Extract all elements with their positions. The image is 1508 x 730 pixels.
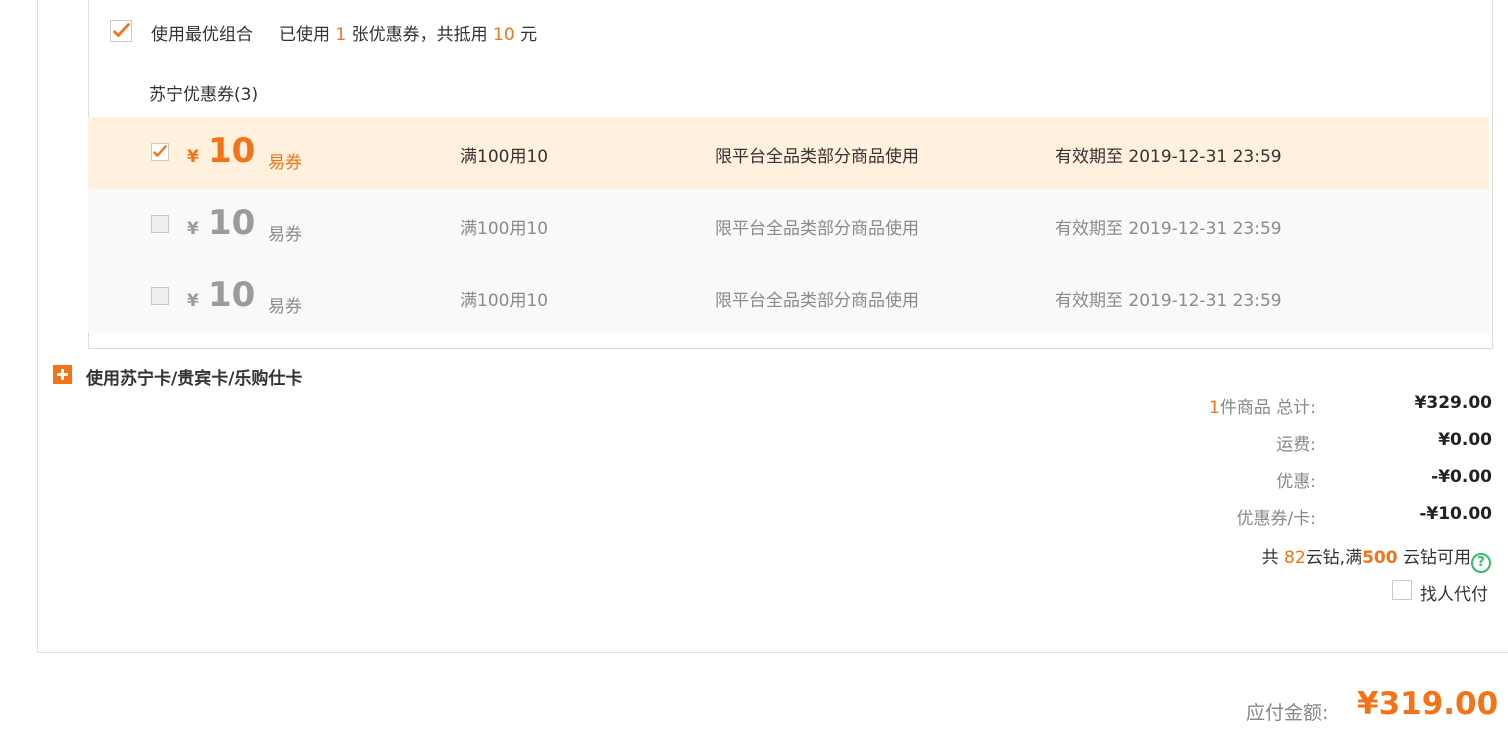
plus-icon[interactable] [53, 365, 72, 384]
coupon-card-label: 优惠券/卡: [1236, 509, 1316, 529]
coupon-checkbox [151, 287, 169, 305]
points-suffix: 云钻可用 [1403, 548, 1471, 568]
coupon-currency: ¥ [187, 291, 199, 311]
coupon-validity: 有效期至 2019-12-31 23:59 [1055, 291, 1282, 311]
coupon-amount: 10 [208, 203, 256, 243]
coupon-section-title: 苏宁优惠券(3) [149, 85, 259, 105]
coupon-checkbox [151, 215, 169, 233]
coupon-validity: 有效期至 2019-12-31 23:59 [1055, 147, 1282, 167]
check-icon [112, 22, 131, 38]
coupon-condition: 满100用10 [460, 219, 549, 239]
coupon-scope: 限平台全品类部分商品使用 [715, 147, 919, 167]
items-count: 1 [1209, 398, 1220, 418]
coupon-condition: 满100用10 [460, 291, 549, 311]
used-mid: 张优惠券，共抵用 [351, 25, 488, 45]
coupon-checkbox[interactable] [151, 143, 169, 161]
points-mid: 云钻,满 [1305, 548, 1363, 568]
check-icon [152, 145, 168, 158]
coupon-currency: ¥ [187, 147, 199, 167]
discount-value: -¥0.00 [1431, 467, 1492, 487]
payable-amount: ¥319.00 [1357, 686, 1499, 722]
proxy-pay-label[interactable]: 找人代付 [1420, 580, 1488, 605]
items-total-value: ¥329.00 [1414, 393, 1492, 413]
coupon-type: 易券 [268, 153, 302, 173]
coupon-condition: 满100用10 [460, 147, 549, 167]
coupon-row: ¥ 10 易券 满100用10 限平台全品类部分商品使用 有效期至 2019-1… [88, 189, 1489, 261]
coupon-amount: 10 [208, 131, 256, 171]
items-label: 件商品 总计: [1219, 398, 1316, 418]
shipping-label: 运费: [1276, 435, 1316, 455]
used-count: 1 [335, 25, 347, 45]
points-prefix: 共 [1261, 548, 1279, 568]
currency-unit: 元 [520, 25, 538, 45]
coupon-type: 易券 [268, 225, 302, 245]
discount-label: 优惠: [1276, 472, 1316, 492]
points-info: 共 82云钻,满500 云钻可用? [1262, 543, 1491, 573]
points-count: 82 [1284, 548, 1306, 568]
proxy-pay-checkbox[interactable] [1392, 580, 1412, 600]
items-total-label: 1件商品 总计: [1209, 393, 1316, 418]
help-icon[interactable]: ? [1471, 553, 1491, 573]
coupon-validity: 有效期至 2019-12-31 23:59 [1055, 219, 1282, 239]
payable-label: 应付金额: [1246, 702, 1329, 724]
coupon-scope: 限平台全品类部分商品使用 [715, 219, 919, 239]
deduct-amount: 10 [493, 25, 515, 45]
used-prefix: 已使用 [279, 25, 330, 45]
shipping-value: ¥0.00 [1438, 430, 1492, 450]
coupon-scope: 限平台全品类部分商品使用 [715, 291, 919, 311]
coupon-card-value: -¥10.00 [1419, 504, 1492, 524]
use-cards-label[interactable]: 使用苏宁卡/贵宾卡/乐购仕卡 [86, 364, 302, 389]
coupon-currency: ¥ [187, 219, 199, 239]
coupon-type: 易券 [268, 297, 302, 317]
best-combo-checkbox[interactable] [110, 20, 132, 42]
coupon-row: ¥ 10 易券 满100用10 限平台全品类部分商品使用 有效期至 2019-1… [88, 261, 1489, 333]
best-combo-label: 使用最优组合 [151, 25, 253, 45]
coupon-amount: 10 [208, 275, 256, 315]
coupon-row[interactable]: ¥ 10 易券 满100用10 限平台全品类部分商品使用 有效期至 2019-1… [88, 117, 1489, 189]
points-threshold: 500 [1362, 548, 1398, 568]
best-combo-summary: 已使用 1 张优惠券，共抵用 10 元 [279, 20, 537, 45]
